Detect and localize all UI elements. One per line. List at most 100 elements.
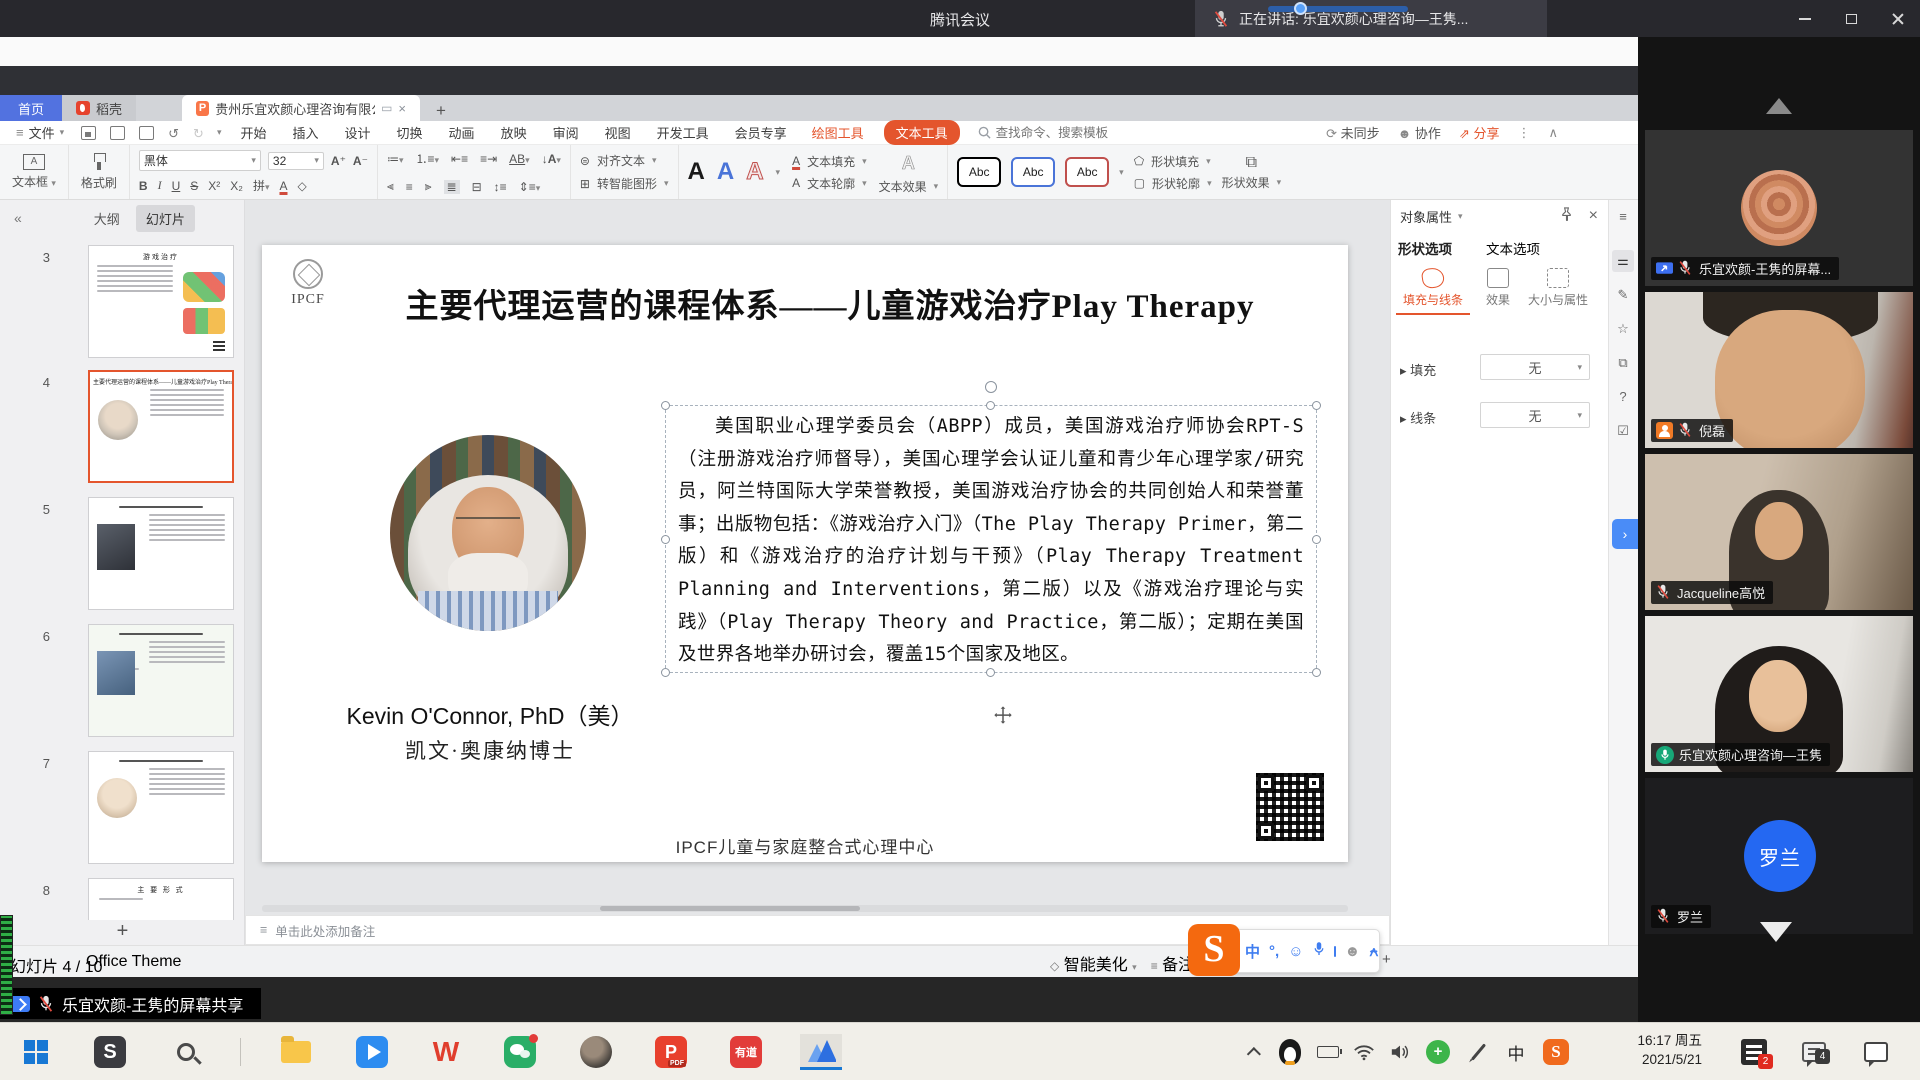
strike-button[interactable]: S (190, 179, 198, 193)
font-name-combo[interactable]: 黑体▾ (139, 150, 261, 171)
punctuation-toggle[interactable]: °, (1269, 943, 1279, 960)
text-style-blue[interactable]: A (717, 159, 734, 185)
zoom-in-button[interactable]: + (1382, 951, 1391, 968)
shape-fill-button[interactable]: 形状填充 (1151, 153, 1199, 170)
fill-row-label[interactable]: ▸ 填充 (1400, 360, 1436, 379)
subscript-button[interactable]: X₂ (230, 179, 243, 193)
tab-draw-tools[interactable]: 绘图工具 (800, 123, 876, 142)
menu-devtools[interactable]: 开发工具 (644, 123, 722, 142)
menu-transition[interactable]: 切换 (384, 123, 436, 142)
taskbar-clock[interactable]: 16:17 周五 2021/5/21 (1590, 1031, 1702, 1069)
menu-design[interactable]: 设计 (332, 123, 384, 142)
underline-button[interactable]: U (172, 179, 181, 193)
sogou-logo[interactable]: S (1188, 924, 1240, 976)
taskbar-wps[interactable]: W (428, 1034, 464, 1070)
subtab-effects[interactable]: 效果 (1478, 268, 1518, 308)
share-button[interactable]: ⇗ 分享 (1459, 123, 1500, 142)
subtab-fill-line[interactable]: 填充与线条 (1396, 268, 1470, 315)
slide-title[interactable]: 主要代理运营的课程体系——儿童游戏治疗Play Therapy (342, 279, 1318, 327)
save-icon[interactable] (81, 126, 96, 140)
bold-button[interactable]: B (139, 179, 148, 193)
menu-slideshow[interactable]: 放映 (488, 123, 540, 142)
side-check-icon[interactable]: ☑ (1612, 420, 1634, 442)
participant-tile-jacqueline[interactable]: Jacqueline高悦 (1645, 454, 1913, 610)
scroll-down-icon[interactable] (1760, 922, 1792, 942)
italic-button[interactable]: I (158, 178, 162, 193)
maximize-button[interactable] (1828, 0, 1874, 37)
bio-textbox[interactable]: 美国职业心理学委员会（ABPP）成员，美国游戏治疗师协会RPT-S（注册游戏治疗… (665, 405, 1317, 673)
menu-insert[interactable]: 插入 (280, 123, 332, 142)
participant-tile-wangjun[interactable]: 乐宜欢颜心理咨询—王隽 (1645, 616, 1913, 772)
undo-icon[interactable]: ↺ (168, 126, 179, 140)
sync-status[interactable]: ⟳ 未同步 (1326, 123, 1380, 142)
action-center[interactable] (1858, 1034, 1894, 1070)
text-style-red[interactable]: A (746, 159, 763, 185)
resize-handle-w[interactable] (661, 535, 670, 544)
collab-button[interactable]: ☻ 协作 (1398, 123, 1441, 142)
shape-effect-button[interactable]: 形状效果 (1222, 174, 1270, 191)
shape-outline-button[interactable]: 形状轮廓 (1152, 175, 1200, 192)
more-menu-icon[interactable]: ⋮ (1517, 125, 1530, 141)
shape-style-black[interactable]: Abc (957, 157, 1001, 187)
tab-slides[interactable]: 幻灯片 (136, 205, 195, 232)
start-button[interactable] (18, 1034, 54, 1070)
textbox-button[interactable]: A文本框 ▾ (0, 145, 69, 199)
beautify-button[interactable]: ◇ 智能美化 ▾ (1050, 951, 1137, 975)
text-effect-button[interactable]: 文本效果 (879, 178, 927, 195)
tray-sogou[interactable]: S (1538, 1034, 1574, 1070)
clear-format-button[interactable]: ◇ (298, 179, 307, 193)
tray-qq[interactable] (1272, 1034, 1308, 1070)
emoji-button[interactable]: ☺ (1288, 943, 1303, 960)
phonetic-button[interactable]: 拼▾ (253, 177, 270, 194)
tray-wifi[interactable] (1346, 1034, 1382, 1070)
menu-view[interactable]: 视图 (592, 123, 644, 142)
menu-animation[interactable]: 动画 (436, 123, 488, 142)
resize-handle-sw[interactable] (661, 668, 670, 677)
tray-notes-app[interactable]: 2 (1736, 1034, 1772, 1070)
para-spacing-button[interactable]: ⇕≡▾ (519, 180, 541, 194)
resize-handle-e[interactable] (1312, 535, 1321, 544)
align-right-button[interactable]: ⫸ (425, 179, 432, 194)
slide-thumbnail-8[interactable]: 主 要 形 式 (88, 878, 234, 920)
slide-thumbnail-4-selected[interactable]: 主要代理运营的课程体系——儿童游戏治疗Play Therapy (88, 370, 234, 483)
taskbar-search[interactable] (168, 1034, 204, 1070)
scroll-up-icon[interactable] (1766, 98, 1792, 114)
close-button[interactable] (1874, 0, 1920, 37)
shape-style-more-icon[interactable]: ▾ (1119, 167, 1124, 178)
char-spacing-button[interactable]: AB▾ (509, 152, 530, 166)
taskbar-file-explorer[interactable] (278, 1034, 314, 1070)
participant-tile-nilei[interactable]: 倪磊 (1645, 292, 1913, 448)
volume-slider[interactable] (1268, 6, 1408, 12)
font-color-button[interactable]: A (279, 179, 287, 193)
profile-icon[interactable]: ☻ (1345, 943, 1361, 960)
text-fill-button[interactable]: 文本填充 (807, 153, 855, 170)
input-lang-toggle[interactable]: 中 (1245, 941, 1260, 962)
tab-outline[interactable]: 大纲 (84, 205, 130, 232)
side-help-icon[interactable]: ? (1612, 386, 1634, 408)
tray-battery[interactable] (1310, 1034, 1346, 1070)
outdent-button[interactable]: ⇤≡ (451, 152, 468, 166)
slide-logo[interactable]: IPCF (276, 259, 340, 315)
slide-thumbnail-3[interactable]: 游戏治疗 (88, 245, 234, 358)
slide-thumbnail-5[interactable] (88, 497, 234, 610)
taskbar-active-docs-app[interactable] (800, 1034, 842, 1070)
tab-shape-options[interactable]: 形状选项 (1398, 238, 1452, 258)
pin-icon[interactable] (1560, 207, 1573, 226)
speaker-photo[interactable] (390, 435, 586, 631)
text-style-black[interactable]: A (688, 159, 705, 185)
tray-input-indicator[interactable]: 中 (1498, 1034, 1534, 1070)
format-painter-button[interactable]: 格式刷 (69, 145, 130, 199)
tray-pen[interactable] (1460, 1034, 1496, 1070)
tab-docer[interactable]: 稻壳 (62, 95, 136, 121)
resize-handle-nw[interactable] (661, 401, 670, 410)
to-smartart-button[interactable]: 转智能图形 (597, 175, 657, 192)
quickbar-caret-icon[interactable]: ▾ (217, 127, 222, 138)
line-spacing-button[interactable]: ↕≡ (494, 180, 507, 194)
tab-text-tools[interactable]: 文本工具 (884, 120, 960, 145)
taskbar-sogou-app[interactable]: S (92, 1034, 128, 1070)
bullets-button[interactable]: ≔▾ (387, 152, 404, 166)
command-search[interactable] (978, 126, 1146, 140)
align-left-button[interactable]: ⫷ (387, 179, 394, 194)
voice-input-icon[interactable] (1313, 941, 1325, 962)
collapse-panel-icon[interactable]: « (0, 210, 36, 226)
